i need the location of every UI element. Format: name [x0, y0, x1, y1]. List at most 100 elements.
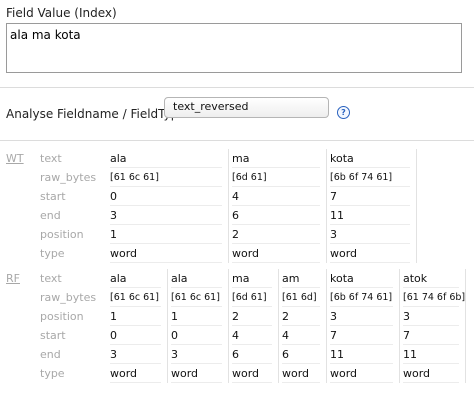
- row-separator: [171, 306, 222, 307]
- field-value-label: Field Value (Index): [6, 6, 117, 20]
- token-raw-bytes-cell: [6d 61]: [232, 172, 267, 183]
- row-separator: [110, 262, 222, 263]
- token-text-cell: kota: [330, 152, 354, 165]
- row-separator: [330, 325, 393, 326]
- token-position-cell: 3: [403, 310, 410, 323]
- row-separator: [110, 382, 161, 383]
- token-start-cell: 0: [110, 329, 117, 342]
- row-label-end: end: [40, 348, 61, 361]
- token-start-cell: 7: [330, 190, 337, 203]
- token-type-cell: word: [232, 367, 260, 380]
- rf-section-label[interactable]: RF: [6, 272, 20, 285]
- token-start-cell: 0: [110, 190, 117, 203]
- token-type-cell: word: [110, 247, 138, 260]
- row-separator: [110, 325, 161, 326]
- column-divider: [228, 269, 229, 383]
- token-end-cell: 6: [282, 348, 289, 361]
- row-separator: [110, 205, 222, 206]
- column-divider: [326, 149, 327, 263]
- token-position-cell: 3: [330, 228, 337, 241]
- row-label-raw-bytes: raw_bytes: [40, 171, 97, 184]
- token-start-cell: 4: [232, 190, 239, 203]
- column-divider: [167, 269, 168, 383]
- row-separator: [232, 205, 320, 206]
- token-start-cell: 7: [403, 329, 410, 342]
- token-raw-bytes-cell: [61 6c 61]: [110, 292, 159, 303]
- token-end-cell: 3: [171, 348, 178, 361]
- token-position-cell: 1: [171, 310, 178, 323]
- row-separator: [110, 344, 161, 345]
- row-separator: [282, 382, 320, 383]
- token-type-cell: word: [171, 367, 199, 380]
- row-label-end: end: [40, 209, 61, 222]
- token-type-cell: word: [330, 247, 358, 260]
- token-raw-bytes-cell: [6d 61]: [232, 292, 267, 303]
- divider: [0, 140, 474, 141]
- wt-section-label[interactable]: WT: [6, 152, 24, 165]
- row-separator: [232, 186, 320, 187]
- token-position-cell: 1: [110, 310, 117, 323]
- column-divider: [278, 269, 279, 383]
- row-separator: [110, 306, 161, 307]
- token-raw-bytes-cell: [6b 6f 74 61]: [330, 292, 393, 303]
- token-raw-bytes-cell: [61 6d]: [282, 292, 317, 303]
- token-text-cell: ma: [232, 152, 250, 165]
- token-text-cell: ma: [232, 272, 250, 285]
- token-end-cell: 11: [330, 348, 344, 361]
- row-separator: [232, 262, 320, 263]
- row-label-text: text: [40, 152, 62, 165]
- row-separator: [110, 186, 222, 187]
- token-type-cell: word: [110, 367, 138, 380]
- row-label-raw-bytes: raw_bytes: [40, 291, 97, 304]
- token-end-cell: 3: [110, 348, 117, 361]
- token-position-cell: 2: [282, 310, 289, 323]
- token-position-cell: 1: [110, 228, 117, 241]
- row-separator: [171, 325, 222, 326]
- token-text-cell: ala: [110, 272, 127, 285]
- token-start-cell: 4: [232, 329, 239, 342]
- row-separator: [403, 325, 459, 326]
- token-position-cell: 3: [330, 310, 337, 323]
- token-raw-bytes-cell: [61 74 6f 6b]: [403, 292, 466, 303]
- token-raw-bytes-cell: [61 6c 61]: [171, 292, 220, 303]
- token-position-cell: 2: [232, 310, 239, 323]
- fieldtype-select[interactable]: text_reversed: [164, 97, 329, 118]
- token-type-cell: word: [403, 367, 431, 380]
- row-separator: [110, 224, 222, 225]
- token-position-cell: 2: [232, 228, 239, 241]
- row-label-position: position: [40, 228, 84, 241]
- token-text-cell: ala: [171, 272, 188, 285]
- token-type-cell: word: [282, 367, 310, 380]
- token-end-cell: 3: [110, 209, 117, 222]
- column-divider: [228, 149, 229, 263]
- token-raw-bytes-cell: [6b 6f 74 61]: [330, 172, 393, 183]
- row-separator: [330, 186, 410, 187]
- help-icon[interactable]: ?: [337, 106, 350, 119]
- token-start-cell: 0: [171, 329, 178, 342]
- token-text-cell: atok: [403, 272, 428, 285]
- row-separator: [232, 224, 320, 225]
- row-label-start: start: [40, 190, 66, 203]
- row-separator: [403, 306, 459, 307]
- analyse-fieldtype-label: Analyse Fieldname / FieldType:: [6, 107, 190, 121]
- token-text-cell: am: [282, 272, 300, 285]
- row-label-type: type: [40, 247, 65, 260]
- token-end-cell: 6: [232, 348, 239, 361]
- token-end-cell: 6: [232, 209, 239, 222]
- row-separator: [330, 306, 393, 307]
- row-label-position: position: [40, 310, 84, 323]
- token-type-cell: word: [330, 367, 358, 380]
- row-separator: [403, 382, 459, 383]
- token-end-cell: 11: [330, 209, 344, 222]
- token-end-cell: 11: [403, 348, 417, 361]
- token-type-cell: word: [232, 247, 260, 260]
- field-value-textarea[interactable]: ala ma kota: [6, 23, 462, 73]
- row-separator: [330, 262, 410, 263]
- row-separator: [232, 382, 272, 383]
- token-start-cell: 4: [282, 329, 289, 342]
- token-raw-bytes-cell: [61 6c 61]: [110, 172, 159, 183]
- token-text-cell: ala: [110, 152, 127, 165]
- row-separator: [171, 382, 222, 383]
- token-text-cell: kota: [330, 272, 354, 285]
- column-divider: [326, 269, 327, 383]
